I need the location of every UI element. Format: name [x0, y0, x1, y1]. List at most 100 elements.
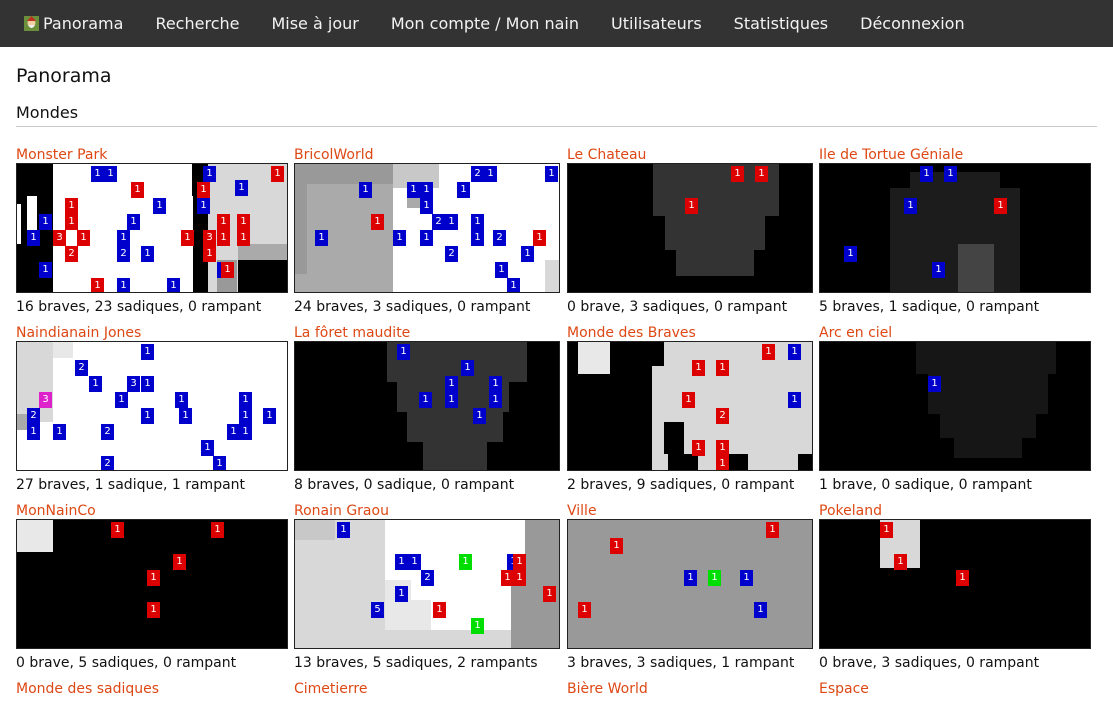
dwarf-marker-green[interactable]: 1 [471, 618, 484, 634]
nav-statistiques[interactable]: Statistiques [718, 0, 844, 47]
dwarf-marker-sadique[interactable]: 1 [147, 570, 160, 586]
dwarf-marker-brave[interactable]: 1 [397, 344, 410, 360]
dwarf-marker-brave[interactable]: 1 [203, 166, 216, 182]
world-map-thumbnail[interactable]: 2111111112111111212111 [294, 163, 560, 293]
nav-utilisateurs[interactable]: Utilisateurs [595, 0, 718, 47]
dwarf-marker-brave[interactable]: 1 [127, 214, 140, 230]
dwarf-marker-brave[interactable]: 1 [239, 424, 252, 440]
dwarf-marker-brave[interactable]: 1 [117, 278, 130, 292]
dwarf-marker-brave[interactable]: 1 [89, 376, 102, 392]
world-name-link[interactable]: Monde des sadiques [16, 681, 159, 697]
world-name-link[interactable]: Espace [819, 681, 869, 697]
dwarf-marker-brave[interactable]: 1 [395, 586, 408, 602]
world-map-thumbnail[interactable]: 11111111 [294, 341, 560, 471]
dwarf-marker-brave[interactable]: 1 [844, 246, 857, 262]
world-map-thumbnail[interactable]: 1111111 [567, 519, 813, 649]
world-name-link[interactable]: Ronain Graou [294, 503, 389, 519]
dwarf-marker-sadique[interactable]: 1 [77, 230, 90, 246]
world-name-link[interactable]: La fôret maudite [294, 325, 410, 341]
dwarf-marker-sadique[interactable]: 1 [271, 166, 284, 182]
world-name-link[interactable]: Monde des Braves [567, 325, 696, 341]
dwarf-marker-sadique[interactable]: 1 [716, 456, 729, 470]
dwarf-marker-sadique[interactable]: 1 [111, 522, 124, 538]
dwarf-marker-brave[interactable]: 1 [27, 230, 40, 246]
dwarf-marker-brave[interactable]: 1 [754, 602, 767, 618]
dwarf-marker-brave[interactable]: 1 [740, 570, 753, 586]
dwarf-marker-sadique[interactable]: 1 [716, 360, 729, 376]
dwarf-marker-brave[interactable]: 3 [127, 376, 140, 392]
dwarf-marker-brave[interactable]: 2 [117, 246, 130, 262]
dwarf-marker-brave[interactable]: 1 [684, 570, 697, 586]
dwarf-marker-brave[interactable]: 1 [545, 166, 558, 182]
dwarf-marker-brave[interactable]: 1 [141, 408, 154, 424]
dwarf-marker-brave[interactable]: 1 [507, 278, 520, 292]
world-name-link[interactable]: Bière World [567, 681, 648, 697]
dwarf-marker-brave[interactable]: 1 [337, 522, 350, 538]
dwarf-marker-sadique[interactable]: 1 [610, 538, 623, 554]
dwarf-marker-rampant[interactable]: 3 [39, 392, 52, 408]
dwarf-marker-sadique[interactable]: 1 [894, 554, 907, 570]
dwarf-marker-brave[interactable]: 1 [788, 392, 801, 408]
dwarf-marker-brave[interactable]: 1 [201, 440, 214, 456]
dwarf-marker-brave[interactable]: 2 [421, 570, 434, 586]
dwarf-marker-sadique[interactable]: 1 [203, 246, 216, 262]
dwarf-marker-sadique[interactable]: 1 [692, 360, 705, 376]
dwarf-marker-sadique[interactable]: 1 [692, 440, 705, 456]
dwarf-marker-brave[interactable]: 1 [115, 392, 128, 408]
dwarf-marker-sadique[interactable]: 1 [766, 522, 779, 538]
world-name-link[interactable]: Cimetierre [294, 681, 367, 697]
dwarf-marker-sadique[interactable]: 1 [91, 278, 104, 292]
dwarf-marker-brave[interactable]: 2 [101, 424, 114, 440]
dwarf-marker-brave[interactable]: 1 [932, 262, 945, 278]
dwarf-marker-brave[interactable]: 1 [141, 344, 154, 360]
dwarf-marker-brave[interactable]: 1 [141, 376, 154, 392]
world-map-thumbnail[interactable]: 1111112111 [567, 341, 813, 471]
nav-deconnexion[interactable]: Déconnexion [844, 0, 980, 47]
dwarf-marker-brave[interactable]: 1 [167, 278, 180, 292]
dwarf-marker-brave[interactable]: 1 [489, 392, 502, 408]
dwarf-marker-brave[interactable]: 1 [928, 376, 941, 392]
dwarf-marker-brave[interactable]: 1 [395, 554, 408, 570]
world-name-link[interactable]: Ile de Tortue Géniale [819, 147, 963, 163]
world-name-link[interactable]: Le Chateau [567, 147, 646, 163]
dwarf-marker-brave[interactable]: 1 [471, 230, 484, 246]
dwarf-marker-sadique[interactable]: 1 [147, 602, 160, 618]
dwarf-marker-brave[interactable]: 1 [175, 392, 188, 408]
dwarf-marker-brave[interactable]: 1 [263, 408, 276, 424]
dwarf-marker-sadique[interactable]: 1 [533, 230, 546, 246]
dwarf-marker-sadique[interactable]: 1 [543, 586, 556, 602]
dwarf-marker-brave[interactable]: 1 [471, 214, 484, 230]
world-name-link[interactable]: Pokeland [819, 503, 882, 519]
dwarf-marker-brave[interactable]: 1 [489, 376, 502, 392]
dwarf-marker-sadique[interactable]: 1 [731, 166, 744, 182]
dwarf-marker-sadique[interactable]: 1 [181, 230, 194, 246]
nav-mise-a-jour[interactable]: Mise à jour [255, 0, 374, 47]
dwarf-marker-brave[interactable]: 1 [419, 392, 432, 408]
dwarf-marker-brave[interactable]: 1 [920, 166, 933, 182]
dwarf-marker-brave[interactable]: 1 [91, 166, 104, 182]
world-map-thumbnail[interactable]: 111 [567, 163, 813, 293]
dwarf-marker-sadique[interactable]: 1 [65, 214, 78, 230]
nav-mon-compte[interactable]: Mon compte / Mon nain [375, 0, 595, 47]
dwarf-marker-brave[interactable]: 1 [315, 230, 328, 246]
dwarf-marker-brave[interactable]: 1 [788, 344, 801, 360]
world-map-thumbnail[interactable]: 1111111111111111113111312211111111 [16, 163, 288, 293]
dwarf-marker-sadique[interactable]: 1 [682, 392, 695, 408]
dwarf-marker-sadique[interactable]: 1 [994, 198, 1007, 214]
dwarf-marker-sadique[interactable]: 3 [203, 230, 216, 246]
world-map-thumbnail[interactable]: 11111121111511 [294, 519, 560, 649]
dwarf-marker-brave[interactable]: 1 [235, 180, 248, 196]
dwarf-marker-brave[interactable]: 1 [445, 214, 458, 230]
dwarf-marker-sadique[interactable]: 1 [433, 602, 446, 618]
dwarf-marker-brave[interactable]: 2 [101, 456, 114, 470]
dwarf-marker-brave[interactable]: 1 [420, 182, 433, 198]
dwarf-marker-brave[interactable]: 1 [407, 182, 420, 198]
dwarf-marker-brave[interactable]: 1 [179, 408, 192, 424]
dwarf-marker-brave[interactable]: 1 [473, 408, 486, 424]
dwarf-marker-sadique[interactable]: 1 [956, 570, 969, 586]
dwarf-marker-sadique[interactable]: 3 [53, 230, 66, 246]
dwarf-marker-brave[interactable]: 1 [944, 166, 957, 182]
dwarf-marker-sadique[interactable]: 1 [371, 214, 384, 230]
dwarf-marker-sadique[interactable]: 1 [197, 182, 210, 198]
dwarf-marker-brave[interactable]: 1 [27, 424, 40, 440]
